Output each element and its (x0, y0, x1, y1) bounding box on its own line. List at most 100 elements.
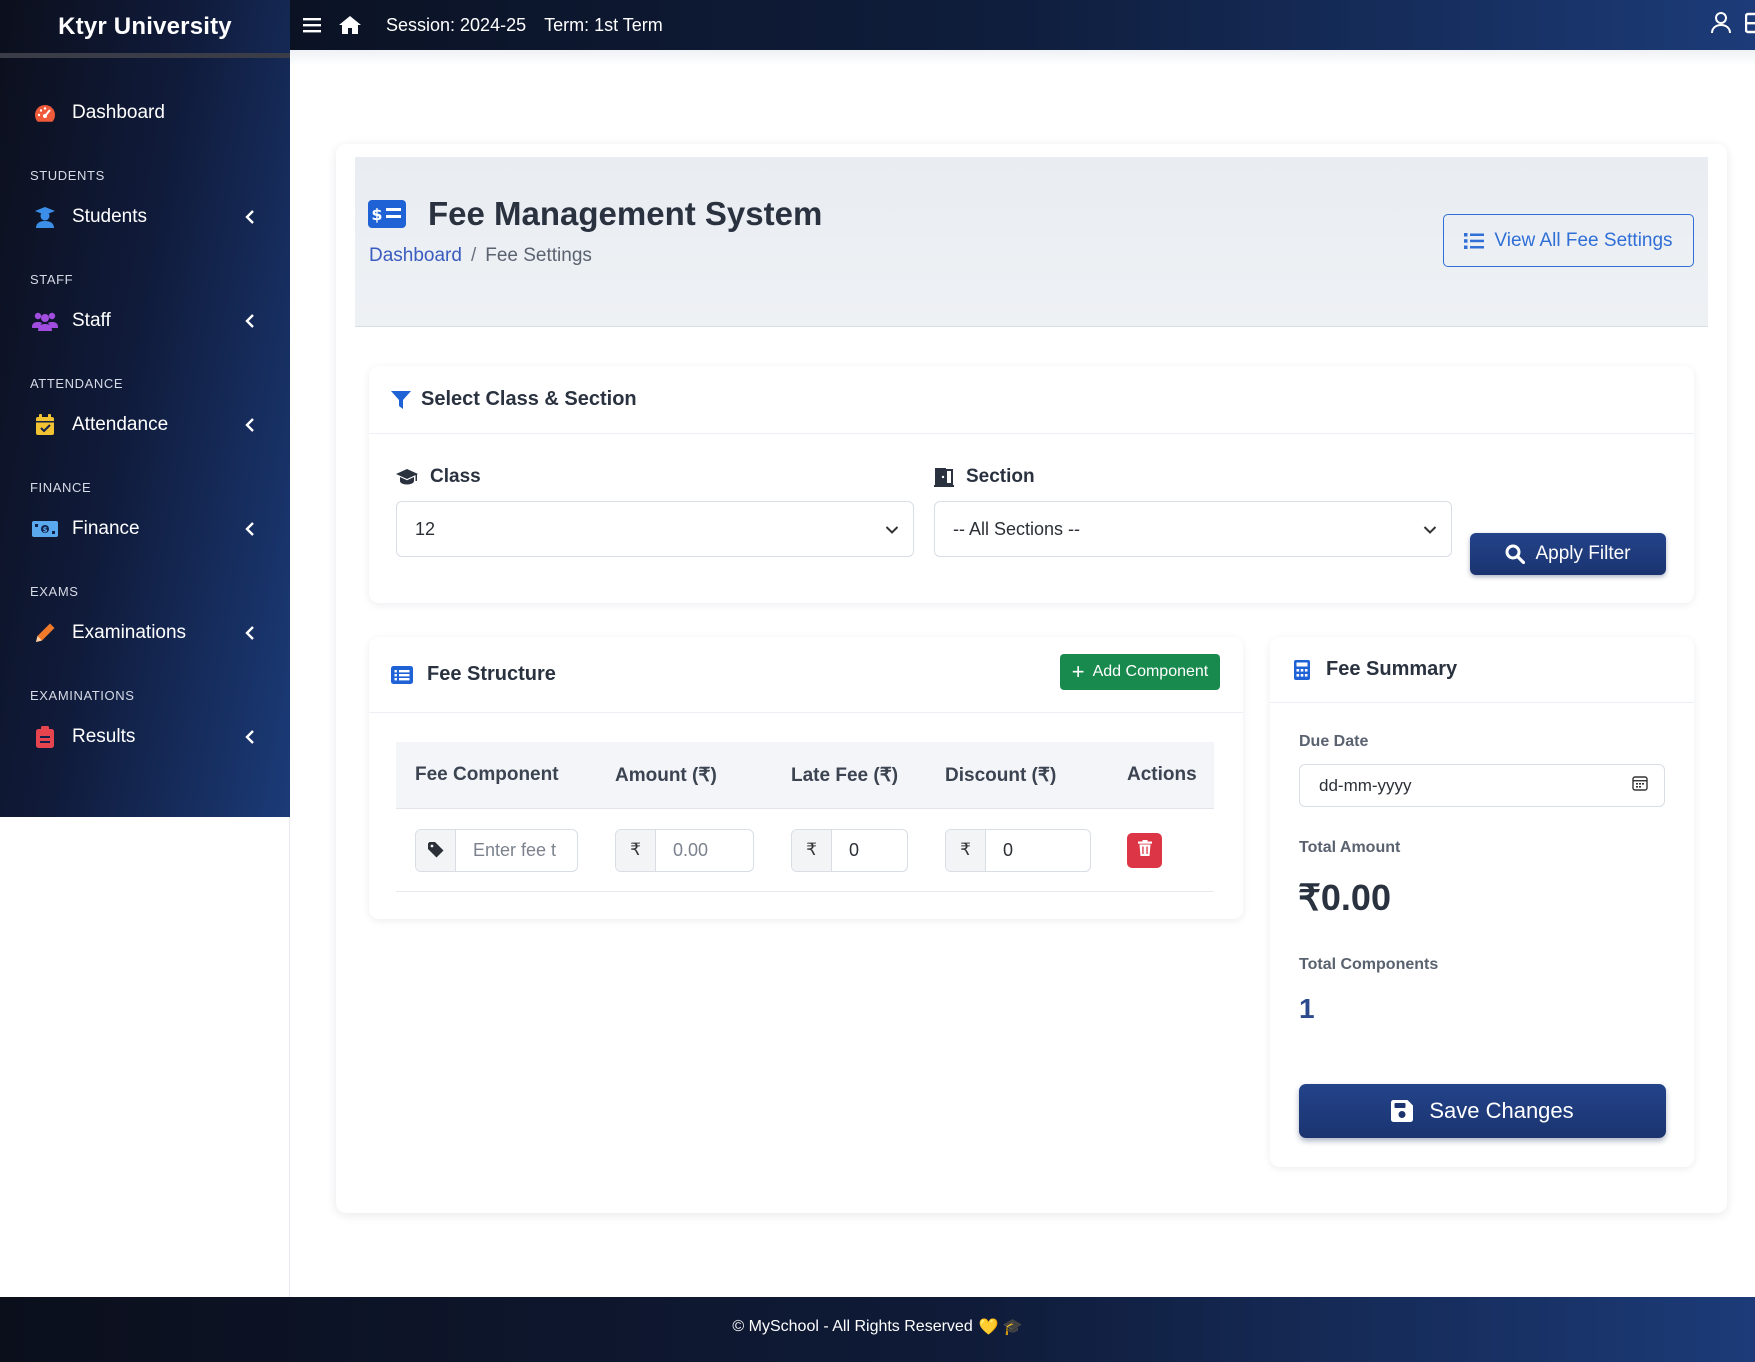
apply-filter-button[interactable]: Apply Filter (1470, 533, 1666, 575)
sidebar-item-label: Finance (72, 518, 140, 539)
page-title-text: Fee Management System (428, 195, 823, 232)
chevron-left-icon[interactable] (240, 519, 260, 539)
fee-summary-header: Fee Summary (1270, 637, 1694, 703)
rupee-addon: ₹ (616, 829, 656, 871)
calendar-icon[interactable] (1632, 775, 1648, 796)
calendar-check-icon (32, 413, 58, 437)
late-fee-input-group: ₹ 0 (791, 828, 908, 872)
sidebar-item-label: Results (72, 726, 136, 747)
calculator-icon (1294, 659, 1310, 680)
table-row: Enter fee t ₹ 0.00 ₹ 0 ₹ 0 (396, 809, 1214, 892)
column-header: Fee Component (415, 764, 559, 785)
column-header: Late Fee (₹) (791, 764, 899, 786)
sidebar-item-label: Examinations (72, 622, 187, 643)
graduation-cap-icon (396, 469, 418, 485)
pencil-icon (32, 621, 58, 645)
filter-icon (391, 390, 411, 409)
late-fee-input[interactable]: 0 (832, 830, 907, 871)
graduate-icon (32, 205, 58, 229)
save-changes-button[interactable]: Save Changes (1299, 1084, 1666, 1138)
due-date-input[interactable]: dd-mm-yyyy (1299, 764, 1665, 807)
chevron-left-icon[interactable] (240, 623, 260, 643)
section-select[interactable]: -- All Sections -- (934, 501, 1452, 557)
brand-name[interactable]: Ktyr University (0, 0, 290, 58)
fee-structure-title: Fee Structure (427, 663, 556, 685)
add-component-label: Add Component (1092, 663, 1209, 680)
apply-filter-label: Apply Filter (1535, 543, 1631, 564)
topbar: Session: 2024-25 Term: 1st Term (290, 0, 1755, 50)
filter-card-header: Select Class & Section (369, 366, 1694, 434)
breadcrumb-separator: / (470, 245, 477, 266)
home-icon[interactable] (336, 11, 364, 39)
clipboard-icon (32, 725, 58, 749)
rupee-addon: ₹ (792, 829, 832, 871)
sidebar-item-label: Dashboard (72, 102, 165, 123)
total-components-label: Total Components (1299, 956, 1439, 973)
chevron-left-icon[interactable] (240, 207, 260, 227)
sidebar-item-examinations[interactable]: Examinations (0, 606, 290, 660)
sidebar-item-label: Staff (72, 310, 111, 331)
list-icon (1464, 232, 1485, 250)
due-date-label: Due Date (1299, 733, 1369, 750)
breadcrumb-current: Fee Settings (485, 245, 592, 266)
money-bill-icon: $ (32, 517, 58, 541)
sidebar-heading-staff: STAFF (30, 272, 74, 287)
sidebar-item-finance[interactable]: $ Finance (0, 502, 290, 556)
filter-title: Select Class & Section (421, 388, 637, 410)
chevron-left-icon[interactable] (240, 311, 260, 331)
amount-input-group: ₹ 0.00 (615, 828, 754, 872)
chevron-left-icon[interactable] (240, 415, 260, 435)
fee-summary-title: Fee Summary (1326, 658, 1458, 680)
fee-structure-header: Fee Structure + Add Component (369, 637, 1243, 713)
view-all-fee-settings-button[interactable]: View All Fee Settings (1443, 214, 1694, 267)
chevron-left-icon[interactable] (240, 727, 260, 747)
tag-icon (416, 829, 456, 871)
delete-row-button[interactable] (1127, 832, 1162, 868)
breadcrumb: Dashboard / Fee Settings (369, 245, 592, 267)
chevron-down-icon (1423, 519, 1437, 540)
fee-component-input[interactable]: Enter fee t (456, 830, 577, 871)
svg-text:$: $ (43, 526, 48, 534)
total-amount-label: Total Amount (1299, 839, 1401, 856)
add-component-button[interactable]: + Add Component (1060, 654, 1220, 690)
sidebar-item-dashboard[interactable]: Dashboard (0, 86, 290, 140)
sidebar-item-results[interactable]: Results (0, 710, 290, 764)
footer-text: © MySchool - All Rights Reserved (732, 1317, 973, 1335)
graduation-cap-icon: 🎓 (1002, 1318, 1023, 1336)
filter-card: Select Class & Section Class 12 Section … (369, 366, 1694, 603)
class-select-value: 12 (415, 518, 436, 539)
fee-component-input-group: Enter fee t (415, 828, 578, 872)
sidebar-item-attendance[interactable]: Attendance (0, 398, 290, 452)
view-all-label: View All Fee Settings (1494, 229, 1673, 251)
session-label: Session: 2024-25 (386, 14, 527, 35)
section-label: Section (934, 466, 1035, 488)
save-icon (1391, 1100, 1414, 1122)
discount-input[interactable]: 0 (986, 830, 1090, 871)
trash-icon (1137, 839, 1152, 861)
sidebar-heading-finance: FINANCE (30, 480, 92, 495)
content-divider (289, 817, 290, 1297)
sidebar-item-label: Students (72, 206, 147, 227)
topbar-shadow (290, 50, 1755, 66)
amount-input[interactable]: 0.00 (656, 830, 753, 871)
plus-icon: + (1071, 659, 1085, 684)
breadcrumb-home-link[interactable]: Dashboard (369, 245, 462, 266)
user-icon[interactable] (1711, 11, 1731, 39)
column-header: Amount (₹) (615, 764, 717, 786)
class-label: Class (396, 466, 481, 488)
sidebar-item-students[interactable]: Students (0, 190, 290, 244)
users-icon (32, 309, 58, 333)
menu-toggle-icon[interactable] (298, 11, 326, 39)
sidebar-item-staff[interactable]: Staff (0, 294, 290, 348)
sidebar-heading-examinations: EXAMINATIONS (30, 688, 135, 703)
column-header: Actions (1127, 764, 1197, 785)
total-components-value: 1 (1299, 993, 1315, 1024)
topbar-actions (1711, 0, 1755, 50)
term-label: Term: 1st Term (544, 14, 663, 35)
class-select[interactable]: 12 (396, 501, 914, 557)
class-label-text: Class (430, 466, 481, 487)
section-label-text: Section (966, 466, 1035, 487)
fee-structure-card: Fee Structure + Add Component Fee Compon… (369, 637, 1243, 919)
search-icon (1505, 544, 1526, 564)
logout-icon[interactable] (1744, 12, 1755, 39)
